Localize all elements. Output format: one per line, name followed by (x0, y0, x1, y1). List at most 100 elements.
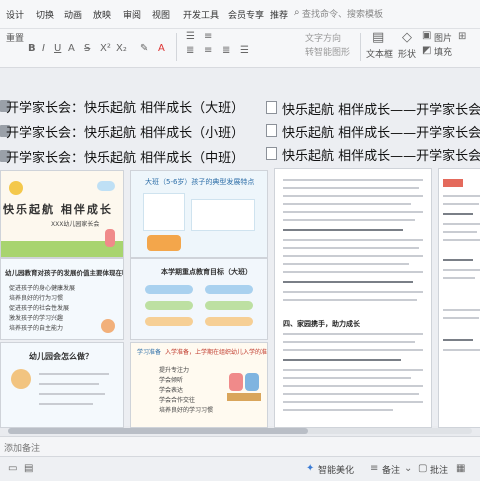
text-line (283, 229, 403, 231)
bold-icon[interactable]: B (28, 43, 36, 54)
doc-title-right-1: 快乐起航 相伴成长——开学家长会方 (282, 103, 480, 118)
slide-development-traits[interactable]: 大班（5-6岁）孩子的典型发展特点 (130, 170, 268, 258)
normal-view-icon[interactable]: ▦ (456, 463, 465, 474)
slide-title: 幼儿园教育对孩子的发展价值主要体现在哪里？ (5, 269, 123, 277)
fill-button[interactable]: 填充 (434, 45, 452, 58)
slide-education-value[interactable]: 幼儿园教育对孩子的发展价值主要体现在哪里？ 促进孩子的身心健康发展 培养良好的行… (0, 258, 124, 340)
bullets-icon[interactable]: ☰ (186, 31, 195, 42)
text-line (443, 277, 475, 279)
text-card (191, 199, 255, 231)
image-icon[interactable]: ▣ (422, 30, 431, 41)
text-line (283, 393, 419, 395)
doc-icon (266, 101, 277, 114)
notes-icon[interactable]: ≡ (370, 463, 378, 474)
align-center-icon[interactable]: ≡ (204, 45, 212, 56)
menu-recommend[interactable]: 推荐 (270, 8, 288, 21)
title-tag (443, 179, 463, 187)
menu-view[interactable]: 视图 (152, 8, 170, 21)
doc-icon (266, 147, 277, 160)
text-line (443, 317, 479, 319)
text-line (283, 271, 423, 273)
slide-education-goals[interactable]: 本学期重点教育目标（大班） (130, 258, 268, 340)
highlight-icon[interactable]: ✎ (140, 43, 148, 54)
document-page-2[interactable] (438, 168, 480, 428)
menu-slideshow[interactable]: 放映 (93, 8, 111, 21)
text-direction-button[interactable]: 文字方向 (305, 31, 341, 44)
document-page[interactable]: 四、家园携手，助力成长 (274, 168, 432, 428)
list-item: 学会倾听 (159, 377, 184, 384)
goal-tag (145, 301, 193, 310)
menu-animation[interactable]: 动画 (64, 8, 82, 21)
reset-button[interactable]: 重置 (6, 31, 24, 44)
text-line (443, 259, 473, 261)
doc-title-large-class: 开学家长会：快乐起航 相伴成长（大班） (6, 101, 245, 116)
text-line (443, 239, 480, 241)
text-color-icon[interactable]: A (158, 43, 165, 54)
numbering-icon[interactable]: ≡ (204, 31, 212, 42)
slide-kindergarten-plan[interactable]: 幼儿园会怎么做？ (0, 342, 124, 428)
text-line (443, 203, 479, 205)
text-line (283, 409, 393, 411)
align-left-icon[interactable]: ≣ (186, 45, 194, 56)
strikethrough-icon[interactable]: S̶ (84, 43, 90, 54)
image-button[interactable]: 图片 (434, 31, 452, 44)
justify-icon[interactable]: ☰ (240, 45, 249, 56)
text-line (283, 401, 423, 403)
text-line (283, 299, 417, 301)
slide-title: 幼儿园会怎么做？ (29, 352, 93, 361)
doc-title-right-3: 快乐起航 相伴成长——开学家长会方 (282, 149, 480, 164)
menu-design[interactable]: 设计 (6, 8, 24, 21)
notes-button[interactable]: 备注 (382, 463, 400, 476)
menu-member[interactable]: 会员专享 (228, 8, 264, 21)
subscript-icon[interactable]: X₂ (116, 43, 127, 54)
text-line (283, 203, 411, 205)
horizontal-scrollbar[interactable] (8, 428, 472, 434)
text-line (283, 219, 415, 221)
menu-review[interactable]: 审阅 (123, 8, 141, 21)
list-item: 激发孩子的学习兴趣 (9, 315, 64, 322)
slide-label: 学习准备 (137, 349, 162, 356)
textbox-button[interactable]: 文本框 (366, 47, 393, 60)
document-icon[interactable]: ▤ (24, 463, 33, 474)
notes-area[interactable]: 添加备注 (0, 436, 480, 457)
shape-icon[interactable]: ◇ (402, 30, 412, 45)
menu-developer[interactable]: 开发工具 (183, 8, 219, 21)
list-item: 提升专注力 (159, 367, 190, 374)
cover-subtitle: XXX幼儿园家长会 (51, 221, 100, 228)
text-line (283, 359, 401, 361)
align-right-icon[interactable]: ≣ (222, 45, 230, 56)
superscript-icon[interactable]: X² (100, 43, 111, 54)
comment-icon[interactable]: ▢ (418, 463, 427, 474)
list-item: 学会表达 (159, 387, 184, 394)
slide-title: 大班（5-6岁）孩子的典型发展特点 (145, 178, 255, 186)
menu-bar: 设计 切换 动画 放映 审阅 视图 开发工具 会员专享 推荐 ⌕ 查找命令、搜索… (0, 0, 480, 29)
text-line (443, 213, 473, 215)
smart-beautify-button[interactable]: 智能美化 (318, 463, 354, 476)
italic-icon[interactable]: I (42, 43, 45, 54)
arrange-icon[interactable]: ⊞ (458, 31, 466, 42)
menu-transition[interactable]: 切换 (36, 8, 54, 21)
chevron-down-icon[interactable]: ⌄ (404, 463, 412, 474)
add-notes-placeholder[interactable]: 添加备注 (4, 441, 40, 454)
slide-panel-icon[interactable]: ▭ (8, 463, 17, 474)
slide-school-readiness[interactable]: 学习准备 入学准备，上学期在组织幼儿入学的准备 提升专注力 学会倾听 学会表达 … (130, 342, 268, 428)
fill-icon[interactable]: ◩ (422, 45, 431, 56)
underline-icon[interactable]: U (54, 43, 61, 54)
scrollbar-thumb[interactable] (8, 428, 308, 434)
text-line (283, 179, 423, 181)
text-line (283, 247, 419, 249)
separator (360, 33, 361, 61)
comments-button[interactable]: 批注 (430, 463, 448, 476)
smart-beautify-icon[interactable]: ✦ (306, 463, 314, 474)
command-search[interactable]: 查找命令、搜索模板 (302, 7, 383, 20)
font-color-icon[interactable]: A (68, 43, 75, 54)
text-line (443, 195, 480, 197)
smartart-button[interactable]: 转智能图形 (305, 45, 350, 58)
text-line (443, 309, 480, 311)
doc-title-right-2: 快乐起航 相伴成长——开学家长会方 (282, 126, 480, 141)
slide-cover[interactable]: 快乐起航 相伴成长 XXX幼儿园家长会 (0, 170, 124, 258)
shape-button[interactable]: 形状 (398, 47, 416, 60)
list-item: 学会合作交往 (159, 397, 196, 404)
textbox-icon[interactable]: ▤ (372, 30, 384, 45)
status-bar: ▭ ▤ ✦ 智能美化 ≡ 备注 ⌄ ▢ 批注 ▦ (0, 456, 480, 481)
